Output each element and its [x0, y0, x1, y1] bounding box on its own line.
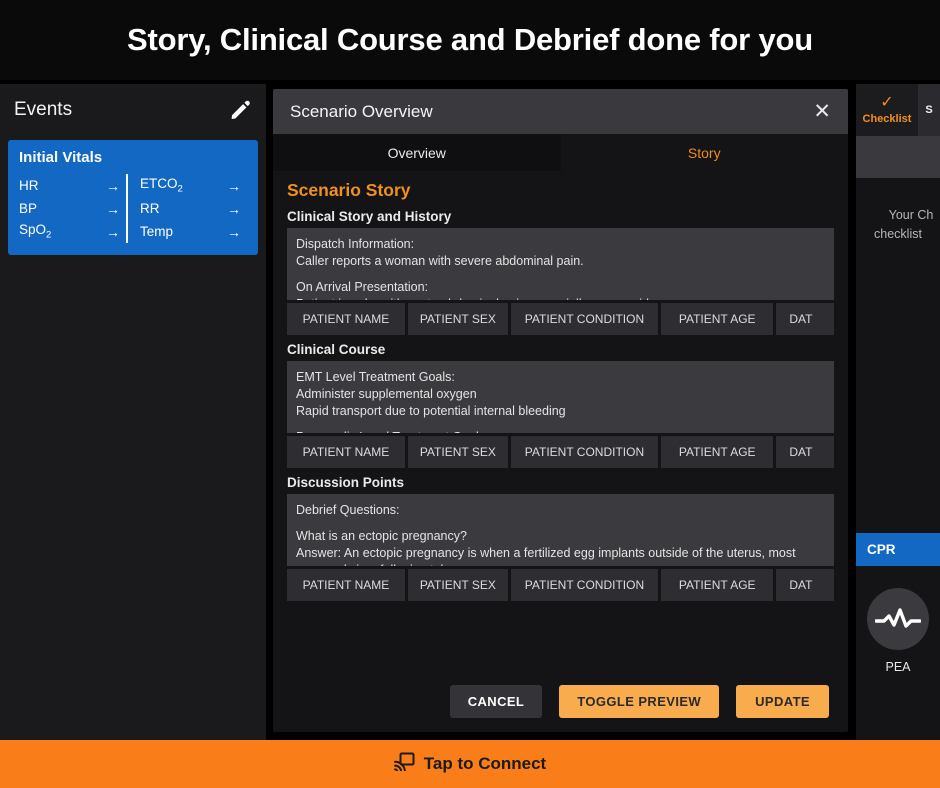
vital-row[interactable]: HR →	[19, 174, 126, 197]
close-icon[interactable]: ✕	[813, 101, 831, 122]
section-clinical-course: Clinical Course EMT Level Treatment Goal…	[287, 342, 834, 468]
toggle-preview-button[interactable]: TOGGLE PREVIEW	[559, 685, 719, 718]
arrow-icon: →	[227, 201, 241, 217]
tab-checklist-label: Checklist	[863, 113, 912, 125]
arrow-icon: →	[227, 224, 241, 240]
paragraph: What is an ectopic pregnancy? Answer: An…	[296, 528, 825, 566]
paragraph: EMT Level Treatment Goals: Administer su…	[296, 369, 825, 420]
vitals-column-left: HR → BP → SpO2 →	[19, 174, 126, 243]
column-chip[interactable]: DAT	[776, 303, 834, 335]
right-panel: ✓ Checklist S Your Ch checklist CPR PEA	[856, 84, 940, 740]
ecg-waveform-icon[interactable]	[867, 588, 929, 650]
tab-secondary[interactable]: S	[918, 84, 940, 136]
right-panel-subbar	[856, 136, 940, 178]
events-panel: Events Initial Vitals HR → BP →	[0, 84, 266, 740]
modal-title: Scenario Overview	[290, 102, 433, 122]
paragraph: Debrief Questions:	[296, 502, 825, 519]
vital-label: ETCO	[140, 176, 178, 191]
column-chip[interactable]: PATIENT CONDITION	[511, 436, 658, 468]
checklist-empty-state: Your Ch checklist	[856, 178, 940, 245]
column-chip[interactable]: PATIENT AGE	[661, 303, 773, 335]
section-label: Clinical Course	[287, 342, 834, 357]
column-chip[interactable]: DAT	[776, 569, 834, 601]
vital-label: Temp	[140, 224, 173, 239]
app-root: Story, Clinical Course and Debrief done …	[0, 0, 940, 788]
cpr-body: PEA	[856, 566, 940, 674]
column-chip[interactable]: PATIENT AGE	[661, 569, 773, 601]
clinical-course-textbox[interactable]: EMT Level Treatment Goals: Administer su…	[287, 361, 834, 433]
modal-tabs: Overview Story	[273, 134, 848, 171]
column-chip[interactable]: PATIENT SEX	[408, 303, 508, 335]
right-panel-tabs: ✓ Checklist S	[856, 84, 940, 136]
column-chip[interactable]: PATIENT NAME	[287, 569, 405, 601]
arrow-icon: →	[106, 224, 120, 240]
column-chip[interactable]: DAT	[776, 436, 834, 468]
vital-label: RR	[140, 201, 160, 216]
column-chip[interactable]: PATIENT NAME	[287, 303, 405, 335]
modal-header: Scenario Overview ✕	[273, 89, 848, 134]
tap-to-connect-bar[interactable]: Tap to Connect	[0, 740, 940, 788]
column-chips: PATIENT NAME PATIENT SEX PATIENT CONDITI…	[287, 566, 834, 601]
cast-icon	[394, 752, 415, 776]
paragraph: On Arrival Presentation: Patient is pale…	[296, 279, 825, 300]
column-chip[interactable]: PATIENT SEX	[408, 436, 508, 468]
column-chip[interactable]: PATIENT SEX	[408, 569, 508, 601]
connect-label: Tap to Connect	[424, 754, 546, 774]
vital-row[interactable]: BP →	[19, 197, 126, 220]
scenario-overview-modal: Scenario Overview ✕ Overview Story Scena…	[273, 89, 848, 732]
clinical-story-textbox[interactable]: Dispatch Information: Caller reports a w…	[287, 228, 834, 300]
section-label: Discussion Points	[287, 475, 834, 490]
vitals-column-right: ETCO2 → RR → Temp →	[126, 174, 247, 243]
section-label: Clinical Story and History	[287, 209, 834, 224]
arrow-icon: →	[106, 201, 120, 217]
vital-label: SpO	[19, 222, 46, 237]
events-title: Events	[14, 99, 72, 121]
arrow-icon: →	[106, 178, 120, 194]
cpr-block: CPR PEA	[856, 533, 940, 674]
vital-label-sub: 2	[46, 230, 51, 241]
vital-row[interactable]: RR →	[140, 197, 247, 220]
section-discussion-points: Discussion Points Debrief Questions: Wha…	[287, 475, 834, 601]
discussion-points-textbox[interactable]: Debrief Questions: What is an ectopic pr…	[287, 494, 834, 566]
banner: Story, Clinical Course and Debrief done …	[0, 0, 940, 80]
page-title: Scenario Story	[287, 180, 834, 201]
empty-state-line-1: Your Ch	[856, 206, 940, 225]
tab-checklist[interactable]: ✓ Checklist	[856, 84, 918, 136]
column-chip[interactable]: PATIENT NAME	[287, 436, 405, 468]
banner-title: Story, Clinical Course and Debrief done …	[127, 22, 813, 58]
modal-body: Scenario Story Clinical Story and Histor…	[273, 171, 848, 601]
rhythm-label: PEA	[856, 660, 940, 674]
cpr-header: CPR	[856, 533, 940, 566]
vital-label: BP	[19, 201, 37, 216]
events-header: Events	[0, 84, 266, 136]
pencil-icon[interactable]	[228, 98, 252, 122]
tab-story[interactable]: Story	[561, 134, 849, 171]
tab-secondary-label: S	[925, 104, 932, 116]
column-chip[interactable]: PATIENT AGE	[661, 436, 773, 468]
vital-label-sub: 2	[178, 184, 183, 195]
empty-state-line-2: checklist	[856, 225, 940, 244]
cancel-button[interactable]: CANCEL	[450, 685, 543, 718]
column-chip[interactable]: PATIENT CONDITION	[511, 569, 658, 601]
check-icon: ✓	[880, 95, 893, 111]
column-chip[interactable]: PATIENT CONDITION	[511, 303, 658, 335]
column-chips: PATIENT NAME PATIENT SEX PATIENT CONDITI…	[287, 300, 834, 335]
modal-footer: CANCEL TOGGLE PREVIEW UPDATE	[273, 670, 848, 732]
initial-vitals-card[interactable]: Initial Vitals HR → BP → SpO2 →	[8, 140, 258, 255]
section-clinical-story: Clinical Story and History Dispatch Info…	[287, 209, 834, 335]
column-chips: PATIENT NAME PATIENT SEX PATIENT CONDITI…	[287, 433, 834, 468]
vital-row[interactable]: Temp →	[140, 220, 247, 243]
arrow-icon: →	[227, 178, 241, 194]
vitals-grid: HR → BP → SpO2 → ETCO2 →	[19, 174, 247, 243]
vital-row[interactable]: ETCO2 →	[140, 174, 247, 197]
vital-row[interactable]: SpO2 →	[19, 220, 126, 243]
vitals-card-title: Initial Vitals	[19, 149, 247, 166]
vital-label: HR	[19, 178, 39, 193]
tab-overview[interactable]: Overview	[273, 134, 561, 171]
update-button[interactable]: UPDATE	[736, 685, 829, 718]
paragraph: Dispatch Information: Caller reports a w…	[296, 236, 825, 270]
